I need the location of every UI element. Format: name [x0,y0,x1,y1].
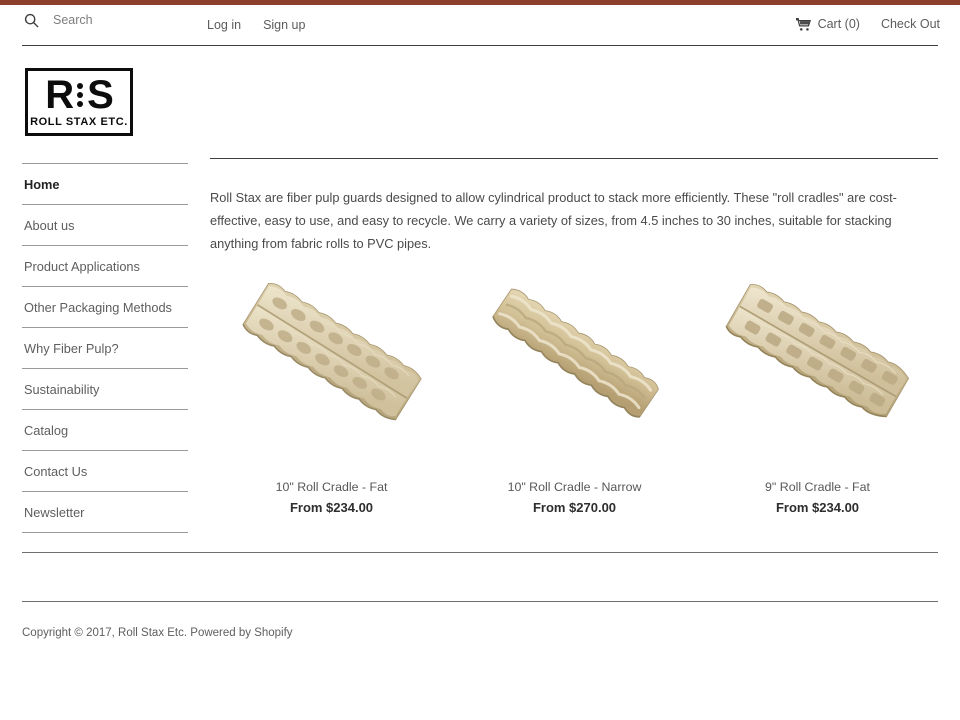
logo-dots-icon [76,83,84,107]
content-top-divider [210,158,938,159]
logo-wordmark: ROLL STAX ETC. [30,116,128,128]
roll-cradle-fat-9-illustration [725,284,910,418]
product-price: From $270.00 [532,500,617,515]
sidebar-item-newsletter[interactable]: Newsletter [22,491,188,532]
cart-link[interactable]: Cart (0) [794,17,860,32]
cart-group: Cart (0) Check Out [794,17,940,32]
site-header: Log in Sign up Cart (0) Check Out [0,5,960,46]
page-root: Log in Sign up Cart (0) Check Out [0,0,960,720]
footer-bottom-divider [22,601,938,602]
product-title: 10" Roll Cradle - Narrow [507,480,642,494]
sidebar-item-why-fiber-pulp[interactable]: Why Fiber Pulp? [22,327,188,368]
search-group[interactable] [24,12,193,28]
login-link[interactable]: Log in [207,18,241,33]
signup-link[interactable]: Sign up [263,18,305,33]
product-card[interactable]: 10" Roll Cradle - Fat From $234.00 [210,252,453,516]
product-image-fat-9 [696,252,939,467]
intro-paragraph: Roll Stax are fiber pulp guards designed… [210,190,897,251]
sidebar-item-sustainability[interactable]: Sustainability [22,368,188,409]
search-input[interactable] [53,12,193,28]
main-content: Roll Stax are fiber pulp guards designed… [210,158,938,255]
site-logo[interactable]: R S ROLL STAX ETC. [25,68,133,136]
product-grid: 10" Roll Cradle - Fat From $234.00 10" R… [210,252,940,516]
product-price: From $234.00 [775,500,860,515]
sidebar-item-contact-us[interactable]: Contact Us [22,450,188,491]
product-image-narrow-10 [453,252,696,467]
header-divider [22,45,938,46]
sidebar-item-catalog[interactable]: Catalog [22,409,188,450]
cart-label: Cart (0) [817,17,860,31]
product-image-fat-10 [210,252,453,467]
roll-cradle-fat-illustration [242,282,422,421]
product-card[interactable]: 9" Roll Cradle - Fat From $234.00 [696,252,939,516]
logo-mark: R S [28,75,130,115]
copyright-text: Copyright © 2017, Roll Stax Etc. Powered… [22,627,293,639]
search-icon[interactable] [24,13,39,28]
roll-cradle-narrow-illustration [492,288,659,418]
logo-letter-r: R [45,73,74,117]
sidebar-item-about-us[interactable]: About us [22,204,188,245]
checkout-link[interactable]: Check Out [881,17,940,32]
sidebar-nav: Home About us Product Applications Other… [22,163,188,533]
auth-links: Log in Sign up [207,18,305,33]
footer-top-divider [22,552,938,553]
sidebar-item-product-applications[interactable]: Product Applications [22,245,188,286]
product-title: 10" Roll Cradle - Fat [275,480,388,494]
sidebar-item-other-packaging-methods[interactable]: Other Packaging Methods [22,286,188,327]
logo-letter-s: S [87,73,114,117]
sidebar-item-home[interactable]: Home [22,163,188,204]
sidebar-bottom-divider [22,532,188,533]
product-card[interactable]: 10" Roll Cradle - Narrow From $270.00 [453,252,696,516]
product-price: From $234.00 [289,500,374,515]
shopping-cart-icon [794,18,811,31]
product-title: 9" Roll Cradle - Fat [765,480,870,494]
